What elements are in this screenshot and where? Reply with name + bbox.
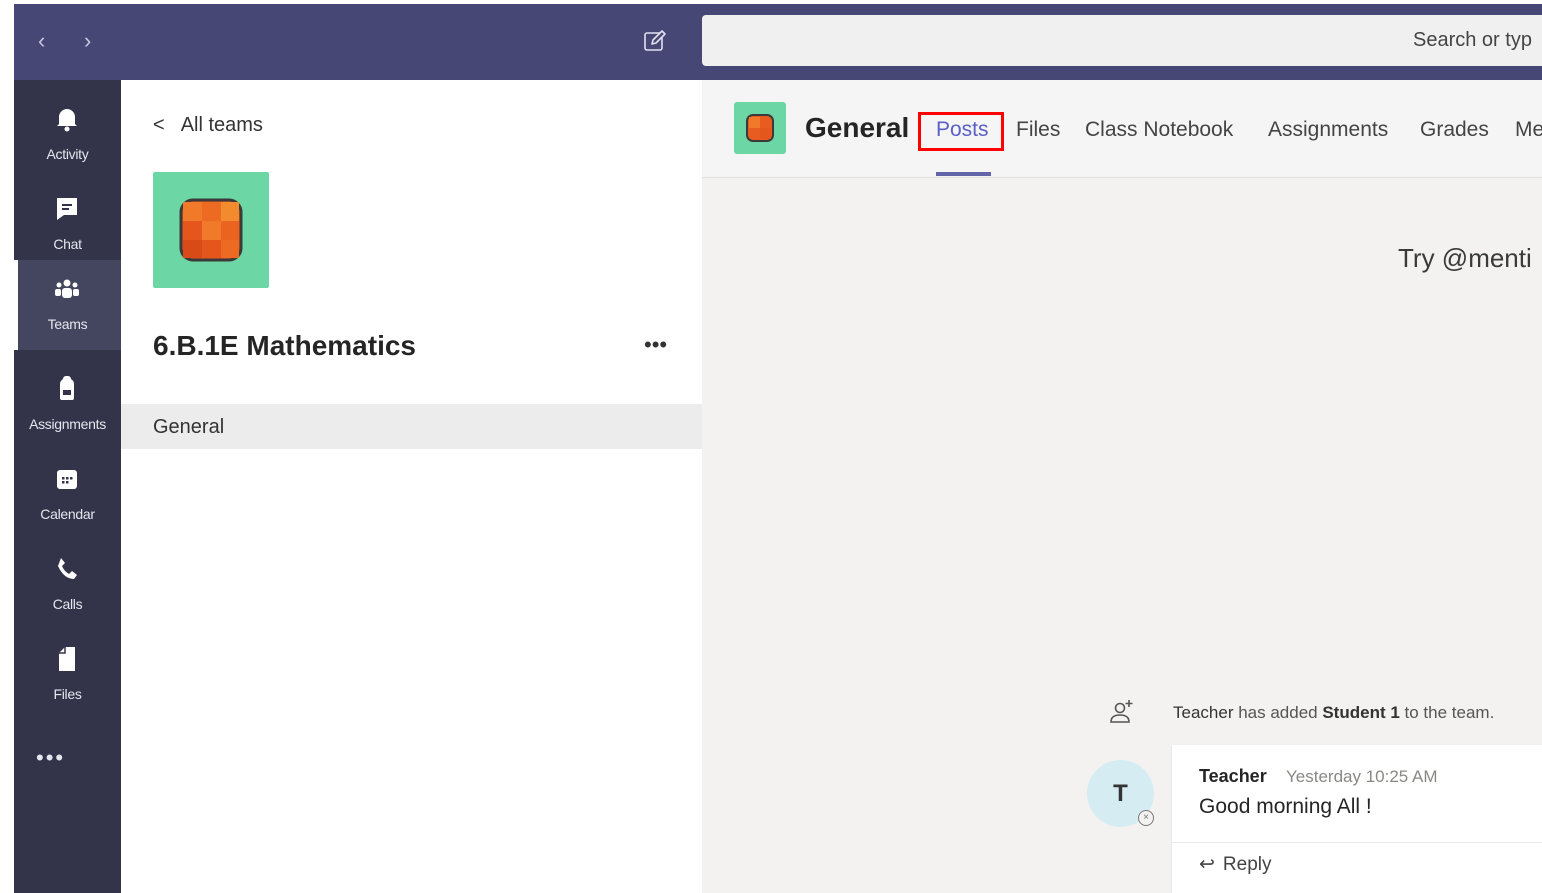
- reply-button[interactable]: ↩ Reply: [1199, 853, 1272, 876]
- mention-hint: Try @menti: [1398, 243, 1532, 273]
- teams-icon: [55, 279, 79, 298]
- rail-item-label: Assignments: [29, 416, 106, 432]
- reply-label: Reply: [1222, 854, 1272, 875]
- system-message-actor: Teacher: [1173, 703, 1234, 722]
- team-name: 6.B.1E Mathematics: [153, 330, 416, 361]
- file-icon: [59, 647, 75, 671]
- team-logo-icon: [179, 198, 243, 262]
- rail-item-label: Calls: [52, 596, 83, 612]
- phone-icon: [58, 558, 77, 579]
- rail-item-assignments[interactable]: Assignments: [14, 360, 121, 450]
- app-rail: Activity Chat Teams Assignments Calendar…: [14, 80, 121, 893]
- rail-item-teams[interactable]: Teams: [14, 260, 121, 350]
- rail-item-calendar[interactable]: Calendar: [14, 450, 121, 540]
- system-message: Teacher has added Student 1 to the team.: [1173, 703, 1494, 723]
- reply-icon: ↩: [1199, 854, 1215, 875]
- tab-class-notebook[interactable]: Class Notebook: [1085, 118, 1233, 142]
- tab-assignments[interactable]: Assignments: [1268, 118, 1388, 142]
- rail-item-label: Files: [53, 686, 82, 702]
- forward-arrow-button[interactable]: ›: [84, 28, 91, 54]
- tab-files[interactable]: Files: [1016, 118, 1060, 142]
- channel-title: General: [805, 112, 910, 143]
- team-logo-icon: [746, 114, 774, 142]
- rail-item-label: Calendar: [40, 506, 95, 522]
- highlight-box: [918, 112, 1004, 151]
- add-member-icon: [1110, 700, 1133, 723]
- search-placeholder: Search or typ: [1413, 29, 1532, 51]
- search-input[interactable]: Search or typ: [702, 15, 1542, 66]
- rail-item-calls[interactable]: Calls: [14, 540, 121, 630]
- compose-icon[interactable]: [642, 28, 668, 54]
- rail-item-label: Teams: [47, 316, 88, 332]
- back-arrow-button[interactable]: ‹: [38, 28, 45, 54]
- team-more-options-button[interactable]: •••: [644, 332, 667, 358]
- channel-avatar: [734, 102, 786, 154]
- rail-item-activity[interactable]: Activity: [14, 90, 121, 180]
- tab-more[interactable]: Me: [1515, 118, 1542, 142]
- rail-item-chat[interactable]: Chat: [14, 180, 121, 270]
- message-author[interactable]: Teacher: [1199, 766, 1267, 787]
- all-teams-label: All teams: [180, 114, 263, 136]
- chat-icon: [57, 198, 77, 220]
- presence-status-icon: ×: [1138, 810, 1154, 826]
- rail-item-label: Activity: [46, 146, 89, 162]
- channel-label: General: [153, 416, 225, 438]
- divider: [1172, 842, 1542, 843]
- active-tab-indicator: [936, 172, 991, 176]
- all-teams-link[interactable]: < All teams: [153, 114, 263, 137]
- chevron-left-icon: <: [153, 114, 165, 136]
- more-apps-button[interactable]: •••: [36, 745, 65, 771]
- message-body: Good morning All !: [1199, 795, 1372, 818]
- tab-grades[interactable]: Grades: [1420, 118, 1489, 142]
- rail-item-files[interactable]: Files: [14, 630, 121, 720]
- avatar-initial: T: [1113, 780, 1128, 807]
- system-message-target: Student 1: [1322, 703, 1400, 722]
- rail-item-label: Chat: [53, 236, 82, 252]
- team-avatar: [153, 172, 269, 288]
- system-message-end: to the team.: [1399, 703, 1495, 722]
- bell-icon: [57, 109, 77, 132]
- calendar-icon: [57, 470, 77, 489]
- system-message-text: has added: [1233, 703, 1323, 722]
- backpack-icon: [60, 376, 74, 400]
- message-timestamp: Yesterday 10:25 AM: [1286, 767, 1438, 786]
